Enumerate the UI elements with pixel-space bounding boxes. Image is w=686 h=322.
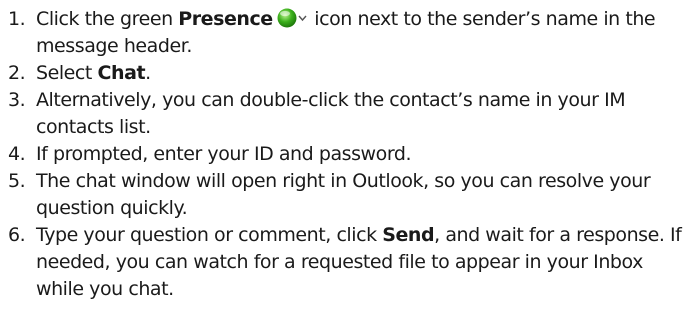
send-label: Send [382,224,435,246]
step-number: 5. [8,170,26,192]
step-4: 4. If prompted, enter your ID and passwo… [0,141,686,168]
presence-status-icon [277,7,307,29]
step-text: Type your question or comment, click Sen… [36,224,682,300]
step-1: 1. Click the green Presence icon next to… [0,6,686,60]
instruction-steps: 1. Click the green Presence icon next to… [0,0,686,303]
step-text: Alternatively, you can double-click the … [36,89,626,138]
step-text: Select Chat. [36,62,151,84]
step-2: 2. Select Chat. [0,60,686,87]
step-number: 1. [8,8,26,30]
step-number: 2. [8,62,26,84]
step-text: Click the green Presence icon next to th… [36,7,656,57]
presence-label: Presence [178,8,273,30]
step-number: 6. [8,224,26,246]
step-3: 3. Alternatively, you can double-click t… [0,87,686,141]
step-number: 3. [8,89,26,111]
step-number: 4. [8,143,26,165]
step-text: If prompted, enter your ID and password. [36,143,412,165]
chat-label: Chat [97,62,146,84]
step-5: 5. The chat window will open right in Ou… [0,168,686,222]
step-6: 6. Type your question or comment, click … [0,222,686,303]
step-text: The chat window will open right in Outlo… [36,170,651,219]
